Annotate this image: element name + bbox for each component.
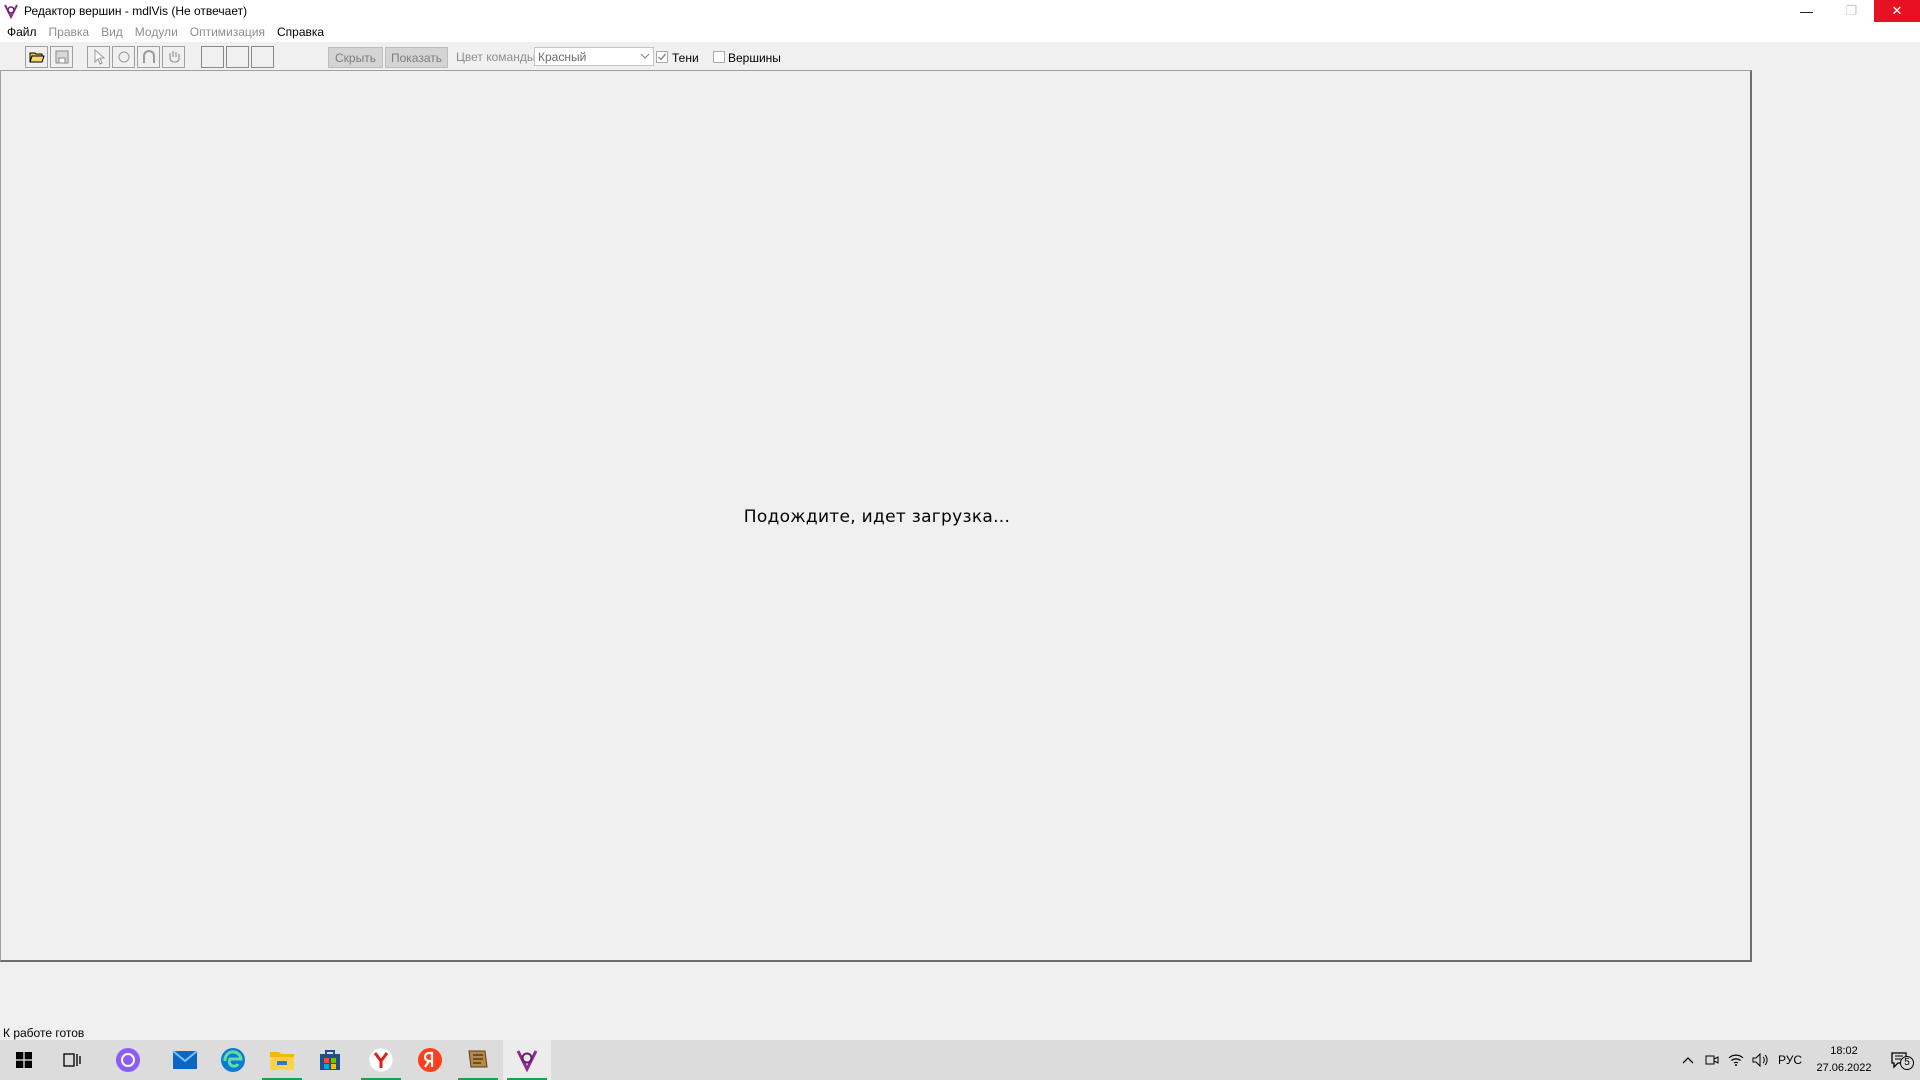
- shadows-label: Тени: [672, 51, 699, 65]
- menu-view[interactable]: Вид: [95, 22, 129, 42]
- clock-date: 27.06.2022: [1816, 1062, 1872, 1074]
- hand-icon: [168, 51, 180, 63]
- start-button[interactable]: [0, 1040, 48, 1080]
- menu-file[interactable]: Файл: [1, 22, 43, 42]
- yandex-logo-icon: [418, 1048, 442, 1072]
- menu-edit[interactable]: Правка: [43, 22, 96, 42]
- taskbar-mdlvis-app[interactable]: [503, 1040, 551, 1080]
- tray-volume-button[interactable]: [1748, 1040, 1772, 1080]
- menu-optimize[interactable]: Оптимизация: [184, 22, 271, 42]
- clock-time: 18:02: [1830, 1045, 1858, 1057]
- pan-tool-button[interactable]: [162, 46, 185, 68]
- minimize-button[interactable]: —: [1784, 0, 1829, 22]
- magnet-icon: [142, 50, 155, 63]
- menu-help[interactable]: Справка: [271, 22, 330, 42]
- open-file-button[interactable]: [25, 46, 48, 68]
- save-button[interactable]: [50, 46, 73, 68]
- checkmark-icon: [658, 53, 667, 61]
- taskbar-clock[interactable]: 18:02 27.06.2022: [1808, 1043, 1880, 1077]
- tray-expand-button[interactable]: [1676, 1040, 1700, 1080]
- open-folder-icon: [28, 52, 45, 63]
- tray-meet-now-button[interactable]: [1700, 1040, 1724, 1080]
- cursor-arrow-icon: [94, 49, 105, 65]
- wifi-icon: [1728, 1054, 1744, 1066]
- rotate-tool-button[interactable]: [112, 46, 135, 68]
- restore-button[interactable]: ❐: [1829, 0, 1874, 22]
- mail-icon: [172, 1050, 198, 1069]
- file-explorer-icon: [270, 1052, 294, 1070]
- task-view-button[interactable]: [48, 1040, 96, 1080]
- taskbar-edge-app[interactable]: [209, 1040, 257, 1080]
- taskbar-mail-app[interactable]: [161, 1040, 209, 1080]
- chevron-up-icon: [1682, 1057, 1694, 1064]
- notification-count-badge: 5: [1900, 1056, 1914, 1070]
- team-color-value: Красный: [538, 49, 587, 64]
- taskbar-explorer-app[interactable]: [258, 1040, 306, 1080]
- vertices-checkbox[interactable]: [713, 51, 725, 63]
- task-view-icon: [63, 1053, 81, 1067]
- status-bar: К работе готов: [0, 1022, 1920, 1040]
- taskbar-warcraft-app[interactable]: [454, 1040, 502, 1080]
- system-tray: РУС 18:02 27.06.2022 5: [1676, 1040, 1920, 1080]
- scroll-game-icon: [468, 1050, 488, 1068]
- store-bag-icon: [320, 1050, 340, 1070]
- status-text: К работе готов: [3, 1026, 85, 1040]
- yandex-browser-icon: [368, 1047, 394, 1073]
- camera-icon: [1705, 1055, 1719, 1065]
- taskbar-alice-app[interactable]: [104, 1040, 152, 1080]
- input-language-indicator[interactable]: РУС: [1772, 1053, 1808, 1067]
- tray-network-button[interactable]: [1724, 1040, 1748, 1080]
- hide-button[interactable]: Скрыть: [328, 47, 383, 68]
- select-tool-button[interactable]: [87, 46, 110, 68]
- taskbar-yandex-browser-app[interactable]: [357, 1040, 405, 1080]
- team-color-select[interactable]: Красный: [534, 47, 654, 66]
- team-color-label: Цвет команды:: [456, 50, 539, 64]
- taskbar-store-app[interactable]: [306, 1040, 354, 1080]
- title-bar: Редактор вершин - mdlVis (Не отвечает) —…: [0, 0, 1920, 22]
- show-button[interactable]: Показать: [385, 47, 448, 68]
- taskbar-yandex-app[interactable]: [406, 1040, 454, 1080]
- window-title: Редактор вершин - mdlVis (Не отвечает): [24, 4, 248, 18]
- action-center-button[interactable]: 5: [1880, 1040, 1920, 1080]
- loading-message: Подождите, идет загрузка...: [743, 507, 1011, 527]
- mdlvis-logo-icon: [516, 1050, 538, 1072]
- circle-rotate-icon: [118, 51, 129, 63]
- save-disk-icon: [55, 50, 68, 64]
- taskbar: РУС 18:02 27.06.2022 5: [0, 1040, 1920, 1080]
- toolbar-blank-button-1[interactable]: [201, 46, 224, 68]
- toolbar-blank-button-3[interactable]: [251, 46, 274, 68]
- menu-modules[interactable]: Модули: [129, 22, 184, 42]
- toolbar: Скрыть Показать Цвет команды: Красный Те…: [0, 42, 1920, 70]
- app-logo-icon: [3, 3, 19, 19]
- menu-bar: Файл Правка Вид Модули Оптимизация Справ…: [0, 22, 1920, 42]
- close-button[interactable]: ✕: [1874, 0, 1920, 22]
- window-controls: — ❐ ✕: [1784, 0, 1920, 22]
- vertices-label: Вершины: [728, 51, 781, 65]
- alice-assistant-icon: [116, 1048, 140, 1072]
- toolbar-blank-button-2[interactable]: [226, 46, 249, 68]
- shadows-checkbox[interactable]: [656, 51, 668, 63]
- chevron-down-icon: [640, 53, 650, 59]
- windows-logo-icon: [16, 1052, 32, 1068]
- magnet-tool-button[interactable]: [137, 46, 160, 68]
- edge-browser-icon: [221, 1048, 245, 1072]
- speaker-icon: [1752, 1053, 1768, 1067]
- viewport-canvas[interactable]: Подождите, идет загрузка...: [0, 70, 1752, 962]
